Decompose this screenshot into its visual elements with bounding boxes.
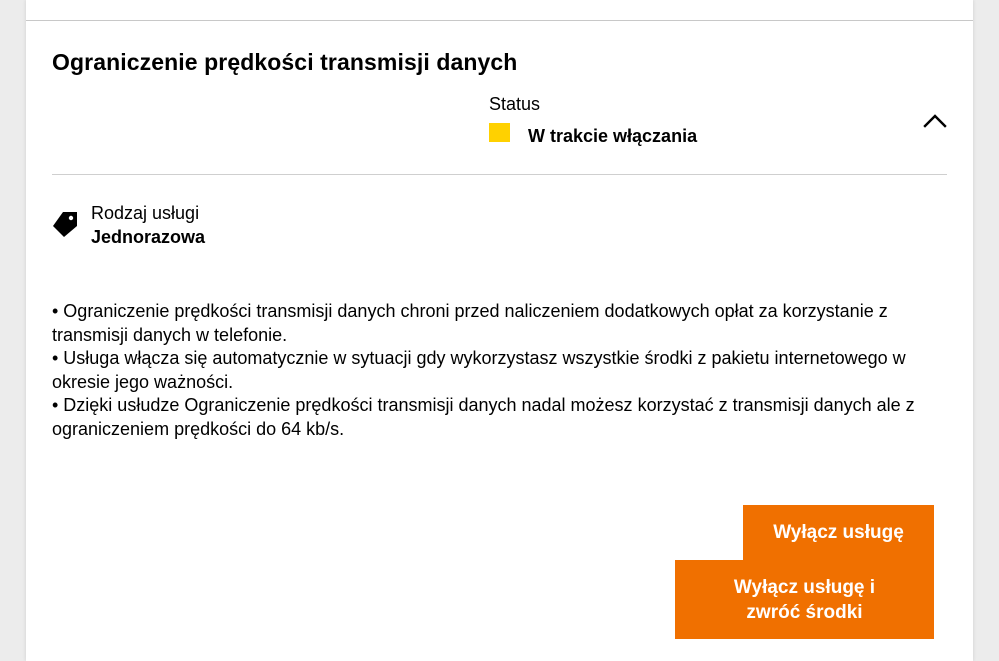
disable-service-label: Wyłącz usługę <box>773 522 904 543</box>
service-type-label: Rodzaj usługi <box>91 203 200 223</box>
service-description: • Ograniczenie prędkości transmisji dany… <box>52 300 942 441</box>
service-card: Ograniczenie prędkości transmisji danych… <box>26 0 973 661</box>
section-divider <box>52 174 947 175</box>
description-item: • Dzięki usłudze Ograniczenie prędkości … <box>52 395 915 439</box>
service-title: Ograniczenie prędkości transmisji danych <box>52 49 518 75</box>
status-label: Status <box>489 94 541 114</box>
description-item: • Ograniczenie prędkości transmisji dany… <box>52 301 888 345</box>
disable-and-refund-button[interactable]: Wyłącz usługę i zwróć środki <box>675 560 934 639</box>
status-indicator <box>489 123 510 142</box>
disable-and-refund-label: Wyłącz usługę i zwróć środki <box>733 576 876 623</box>
status-value: W trakcie włączania <box>528 126 698 146</box>
collapse-chevron-up-icon[interactable] <box>922 108 948 132</box>
description-item: • Usługa włącza się automatycznie w sytu… <box>52 348 906 392</box>
top-separator <box>26 20 973 21</box>
disable-service-button[interactable]: Wyłącz usługę <box>743 505 934 560</box>
tag-icon <box>52 210 80 238</box>
service-type-value: Jednorazowa <box>91 227 206 247</box>
